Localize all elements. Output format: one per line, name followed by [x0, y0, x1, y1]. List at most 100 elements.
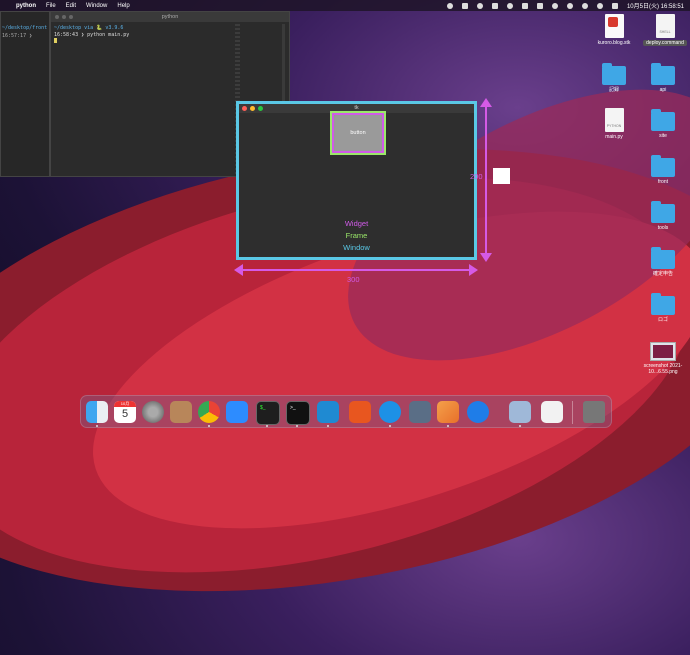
desktop-icon-deploy[interactable]: SHELL deploy.command [643, 14, 687, 46]
desktop-icon-front[interactable]: front [643, 155, 683, 185]
white-square [493, 168, 510, 184]
tk-button-label: button [350, 130, 366, 136]
preview-icon[interactable] [437, 401, 459, 423]
window-controls [55, 15, 73, 19]
menu-bar-status: 10月5日(火) 16:58:51 [446, 0, 684, 11]
menu-bar: python File Edit Window Help 10月5日(火) 16… [0, 0, 690, 11]
width-label: 300 [347, 275, 360, 284]
desktop-icon-label: site [659, 133, 667, 139]
doc-tag: PYTHON [606, 124, 622, 128]
tk-window[interactable]: tk button Widget Frame Window [236, 101, 477, 260]
menu-file[interactable]: File [46, 3, 56, 9]
quicktime-icon[interactable] [409, 401, 431, 423]
terminal-line: ~/desktop/front ✓ [2, 25, 54, 31]
height-label: 200 [470, 172, 483, 181]
desktop-icon-label: front [657, 179, 668, 185]
terminal-line: 16:58:43 ❯ python main.py [54, 32, 130, 38]
running-indicator [208, 425, 210, 427]
shell-doc-icon: SHELL [655, 14, 675, 38]
menu-app-name[interactable]: python [16, 3, 36, 9]
battery-icon[interactable] [536, 2, 543, 9]
desktop-icon-kiroku[interactable]: 記録 [594, 63, 634, 93]
desktop-icon-label: tools [657, 225, 669, 231]
system-preferences-icon[interactable] [142, 401, 164, 423]
github-icon[interactable] [506, 2, 513, 9]
iterm-prompt: >_ [290, 405, 296, 411]
terminal-title: python [161, 14, 179, 20]
document-icon[interactable] [541, 401, 563, 423]
desktop-icon-label: main.py [605, 134, 623, 140]
status-icon[interactable] [461, 2, 468, 9]
trash-icon[interactable] [583, 401, 605, 423]
close-button[interactable] [55, 15, 59, 19]
desktop-icon-screenshot[interactable]: screenshot 2021-10...6.55.png [640, 342, 686, 375]
folder-icon [651, 63, 675, 85]
calendar-icon[interactable]: 10月 5 [114, 401, 136, 423]
desktop-icon-kakutei[interactable]: 確定申告 [643, 247, 683, 277]
zoom-button[interactable] [258, 106, 263, 111]
control-center-icon[interactable] [611, 2, 618, 9]
window-controls [242, 106, 263, 111]
status-icon[interactable] [446, 2, 453, 9]
terminal-icon[interactable]: $_ [256, 401, 280, 425]
folder-icon [651, 247, 675, 269]
bluetooth-icon[interactable] [551, 2, 558, 9]
desktop-icon-label: screenshot 2021-10...6.55.png [643, 363, 683, 375]
dock: 10月 5 $_ >_ [80, 395, 612, 428]
vscode-icon[interactable] [317, 401, 339, 423]
status-icon[interactable] [476, 2, 483, 9]
folder-icon [602, 63, 626, 85]
desktop-icon-logo[interactable]: ロゴ [643, 293, 683, 323]
python-doc-icon: PYTHON [604, 108, 624, 132]
folder-icon [651, 109, 675, 131]
desktop-icon-tools[interactable]: tools [643, 201, 683, 231]
height-arrow [480, 98, 492, 262]
desktop-icon-api[interactable]: api [643, 63, 683, 93]
chrome-icon[interactable] [198, 401, 220, 423]
docker-icon[interactable] [491, 2, 498, 9]
contacts-icon[interactable] [170, 401, 192, 423]
running-indicator [327, 425, 329, 427]
running-indicator [266, 425, 268, 427]
finder-icon[interactable] [86, 401, 108, 423]
menu-clock[interactable]: 10月5日(火) 16:58:51 [627, 1, 684, 10]
widget-label: Widget [344, 219, 369, 228]
search-icon[interactable] [596, 2, 603, 9]
screenshot-thumb-icon[interactable] [509, 401, 531, 423]
terminal-titlebar[interactable]: python [51, 12, 289, 22]
desktop-icon-kuroro[interactable]: kuroro.blog.stk [594, 14, 634, 46]
terminal-prompt: $_ [260, 405, 266, 411]
infinity-icon[interactable] [467, 401, 489, 423]
running-indicator [519, 425, 521, 427]
minimize-button[interactable] [62, 15, 66, 19]
desktop-icon-site[interactable]: site [643, 109, 683, 139]
running-indicator [447, 425, 449, 427]
terminal-window-left[interactable]: ~/desktop/front ✓ 16:57:17 ❯ [0, 11, 54, 177]
terminal-line: ~/desktop via 🐍 v3.9.6 [54, 25, 124, 31]
status-icon[interactable] [521, 2, 528, 9]
running-indicator [296, 425, 298, 427]
docker-icon[interactable] [379, 401, 401, 423]
minimize-button[interactable] [250, 106, 255, 111]
terminal-cursor [54, 38, 57, 43]
doc-tag: SHELL [659, 30, 671, 34]
terminal-cursor-line [54, 38, 57, 44]
desktop-icon-main-py[interactable]: PYTHON main.py [594, 108, 634, 140]
wifi-icon[interactable] [581, 2, 588, 9]
zoom-button[interactable] [69, 15, 73, 19]
dock-separator [572, 401, 573, 424]
tk-frame: button [330, 111, 386, 155]
menu-help[interactable]: Help [117, 3, 129, 9]
screenshot-icon [650, 342, 676, 361]
folder-icon [651, 155, 675, 177]
running-indicator [389, 425, 391, 427]
iterm-icon[interactable]: >_ [286, 401, 310, 425]
activity-icon[interactable] [349, 401, 371, 423]
calendar-day: 5 [121, 408, 129, 420]
sound-icon[interactable] [566, 2, 573, 9]
menu-edit[interactable]: Edit [66, 3, 76, 9]
menu-window[interactable]: Window [86, 3, 107, 9]
tk-button[interactable]: button [332, 113, 384, 153]
zoom-icon[interactable] [226, 401, 248, 423]
close-button[interactable] [242, 106, 247, 111]
